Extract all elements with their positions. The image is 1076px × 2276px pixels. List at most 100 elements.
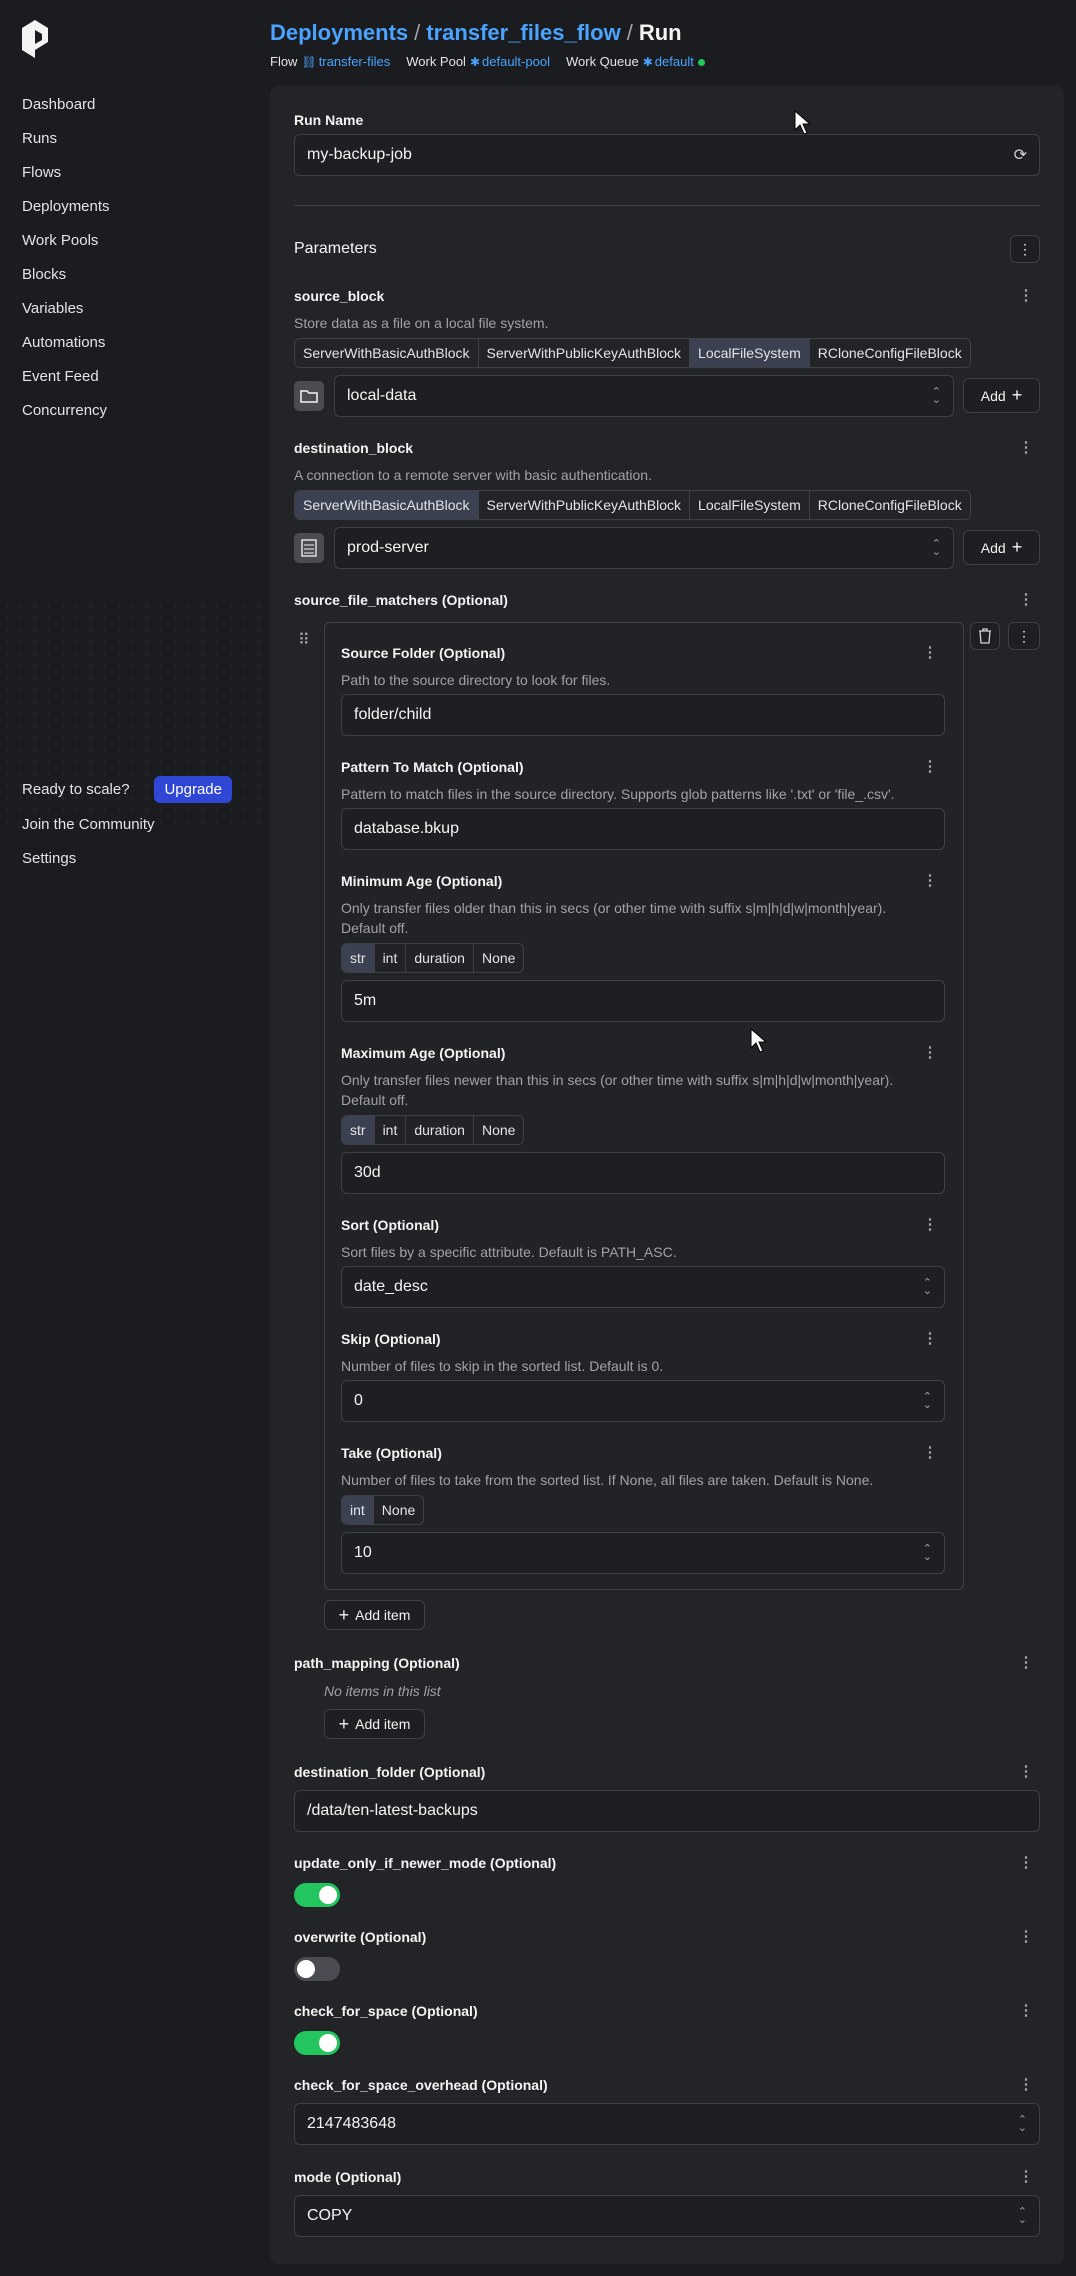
more-vertical-icon[interactable]: ⋮	[922, 1331, 938, 1347]
check-for-space-toggle[interactable]	[294, 2031, 340, 2055]
stepper-icon[interactable]: ⌃ ⌄	[923, 1544, 932, 1563]
type-duration[interactable]: duration	[406, 1116, 474, 1144]
more-vertical-icon[interactable]: ⋮	[922, 759, 938, 775]
check-for-space-overhead-input[interactable]: 2147483648 ⌃ ⌄	[294, 2103, 1040, 2145]
type-int[interactable]: int	[342, 1496, 374, 1524]
more-vertical-icon[interactable]: ⋮	[922, 1217, 938, 1233]
destination-folder-input[interactable]: /data/ten-latest-backups	[294, 1790, 1040, 1832]
parameters-title: Parameters	[294, 240, 377, 257]
more-vertical-icon: ⋮	[1017, 627, 1031, 644]
source-block-add-button[interactable]: Add +	[963, 378, 1040, 413]
drag-handle-icon[interactable]: ⠿	[298, 630, 310, 650]
sort-select[interactable]: date_desc ⌃ ⌄	[341, 1266, 945, 1308]
breadcrumb-deployments[interactable]: Deployments	[270, 20, 408, 45]
toggle-knob	[319, 1886, 337, 1904]
min-age-input[interactable]: 5m	[341, 980, 945, 1022]
plus-icon: +	[1011, 537, 1023, 557]
path-mapping-empty: No items in this list	[324, 1683, 441, 1699]
nav-event-feed[interactable]: Event Feed	[22, 368, 99, 385]
work-queue-link[interactable]: default	[655, 54, 694, 69]
type-duration[interactable]: duration	[406, 944, 474, 972]
chevron-up-down-icon: ⌃ ⌄	[1017, 2206, 1027, 2226]
tab-local-file-system[interactable]: LocalFileSystem	[690, 491, 810, 519]
tab-server-public-key[interactable]: ServerWithPublicKeyAuthBlock	[479, 491, 691, 519]
type-none[interactable]: None	[474, 1116, 523, 1144]
type-int[interactable]: int	[375, 944, 407, 972]
skip-number-input[interactable]: 0 ⌃ ⌄	[341, 1380, 945, 1422]
more-vertical-icon[interactable]: ⋮	[922, 1045, 938, 1061]
skip-desc: Number of files to skip in the sorted li…	[341, 1358, 664, 1374]
sort-desc: Sort files by a specific attribute. Defa…	[341, 1244, 677, 1260]
work-pool-link[interactable]: default-pool	[482, 54, 550, 69]
more-vertical-icon[interactable]: ⋮	[1018, 592, 1034, 608]
refresh-icon[interactable]: ⟳	[1014, 145, 1027, 165]
type-str[interactable]: str	[342, 944, 375, 972]
delete-item-button[interactable]	[970, 622, 1000, 650]
nav-variables[interactable]: Variables	[22, 300, 83, 317]
nav-runs[interactable]: Runs	[22, 130, 57, 147]
item-menu-button[interactable]: ⋮	[1008, 622, 1040, 650]
nav-blocks[interactable]: Blocks	[22, 266, 66, 283]
take-label: Take (Optional)	[341, 1445, 442, 1461]
max-age-input[interactable]: 30d	[341, 1152, 945, 1194]
more-vertical-icon[interactable]: ⋮	[922, 1445, 938, 1461]
more-vertical-icon[interactable]: ⋮	[922, 645, 938, 661]
destination-block-select[interactable]: prod-server ⌃ ⌄	[334, 527, 954, 569]
upgrade-button[interactable]: Upgrade	[154, 775, 232, 803]
join-community-link[interactable]: Join the Community	[22, 816, 155, 833]
run-name-input[interactable]: my-backup-job ⟳	[294, 134, 1040, 176]
flow-link[interactable]: transfer-files	[319, 54, 391, 69]
more-vertical-icon[interactable]: ⋮	[922, 873, 938, 889]
stepper-icon[interactable]: ⌃ ⌄	[1018, 2115, 1027, 2134]
destination-block-add-button[interactable]: Add +	[963, 530, 1040, 565]
type-none[interactable]: None	[474, 944, 523, 972]
pattern-input[interactable]: database.bkup	[341, 808, 945, 850]
more-vertical-icon[interactable]: ⋮	[1018, 2169, 1034, 2185]
nav-dashboard[interactable]: Dashboard	[22, 96, 95, 113]
sort-value: date_desc	[354, 1278, 428, 1295]
take-number-input[interactable]: 10 ⌃ ⌄	[341, 1532, 945, 1574]
type-str[interactable]: str	[342, 1116, 375, 1144]
max-age-type-tabs: str int duration None	[341, 1115, 525, 1145]
nav-flows[interactable]: Flows	[22, 164, 61, 181]
overwrite-toggle[interactable]	[294, 1957, 340, 1981]
more-vertical-icon[interactable]: ⋮	[1018, 1764, 1034, 1780]
tab-server-basic-auth[interactable]: ServerWithBasicAuthBlock	[295, 339, 479, 367]
tab-rclone-config[interactable]: RCloneConfigFileBlock	[810, 491, 970, 519]
more-vertical-icon[interactable]: ⋮	[1018, 2077, 1034, 2093]
path-mapping-add-item-button[interactable]: + Add item	[324, 1709, 425, 1739]
update-only-if-newer-label: update_only_if_newer_mode (Optional)	[294, 1855, 557, 1871]
more-vertical-icon[interactable]: ⋮	[1018, 440, 1034, 456]
tab-server-public-key[interactable]: ServerWithPublicKeyAuthBlock	[479, 339, 691, 367]
source-folder-input[interactable]: folder/child	[341, 694, 945, 736]
max-age-desc-default: Default off.	[341, 1092, 409, 1108]
prefect-logo-icon[interactable]	[22, 20, 48, 58]
nav-work-pools[interactable]: Work Pools	[22, 232, 98, 249]
nav-settings[interactable]: Settings	[22, 850, 76, 867]
type-int[interactable]: int	[375, 1116, 407, 1144]
server-icon	[294, 533, 324, 563]
tab-local-file-system[interactable]: LocalFileSystem	[690, 339, 810, 367]
type-none[interactable]: None	[374, 1496, 423, 1524]
matchers-add-item-button[interactable]: + Add item	[324, 1600, 425, 1630]
more-vertical-icon[interactable]: ⋮	[1018, 1655, 1034, 1671]
stepper-icon[interactable]: ⌃ ⌄	[923, 1392, 932, 1411]
add-item-label: Add item	[355, 1716, 411, 1732]
nav-deployments[interactable]: Deployments	[22, 198, 110, 215]
min-age-type-tabs: str int duration None	[341, 943, 525, 973]
mode-select[interactable]: COPY ⌃ ⌄	[294, 2195, 1040, 2237]
source-block-select[interactable]: local-data ⌃ ⌄	[334, 375, 954, 417]
more-vertical-icon[interactable]: ⋮	[1018, 2003, 1034, 2019]
tab-rclone-config[interactable]: RCloneConfigFileBlock	[810, 339, 970, 367]
breadcrumb-flow[interactable]: transfer_files_flow	[426, 20, 620, 45]
more-vertical-icon[interactable]: ⋮	[1018, 1929, 1034, 1945]
tab-server-basic-auth[interactable]: ServerWithBasicAuthBlock	[295, 491, 479, 519]
update-only-if-newer-toggle[interactable]	[294, 1883, 340, 1907]
breadcrumb: Deployments / transfer_files_flow / Run	[270, 20, 705, 46]
nav-automations[interactable]: Automations	[22, 334, 105, 351]
nav-concurrency[interactable]: Concurrency	[22, 402, 107, 419]
parameters-menu-button[interactable]: ⋮	[1010, 235, 1040, 263]
more-vertical-icon[interactable]: ⋮	[1018, 1855, 1034, 1871]
add-item-label: Add item	[355, 1607, 411, 1623]
more-vertical-icon[interactable]: ⋮	[1018, 288, 1034, 304]
